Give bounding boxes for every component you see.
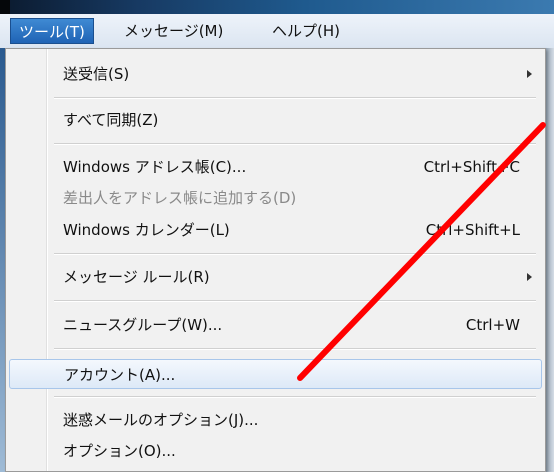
annotation-line xyxy=(297,122,546,381)
red-annotation-arrow-icon xyxy=(297,122,546,381)
